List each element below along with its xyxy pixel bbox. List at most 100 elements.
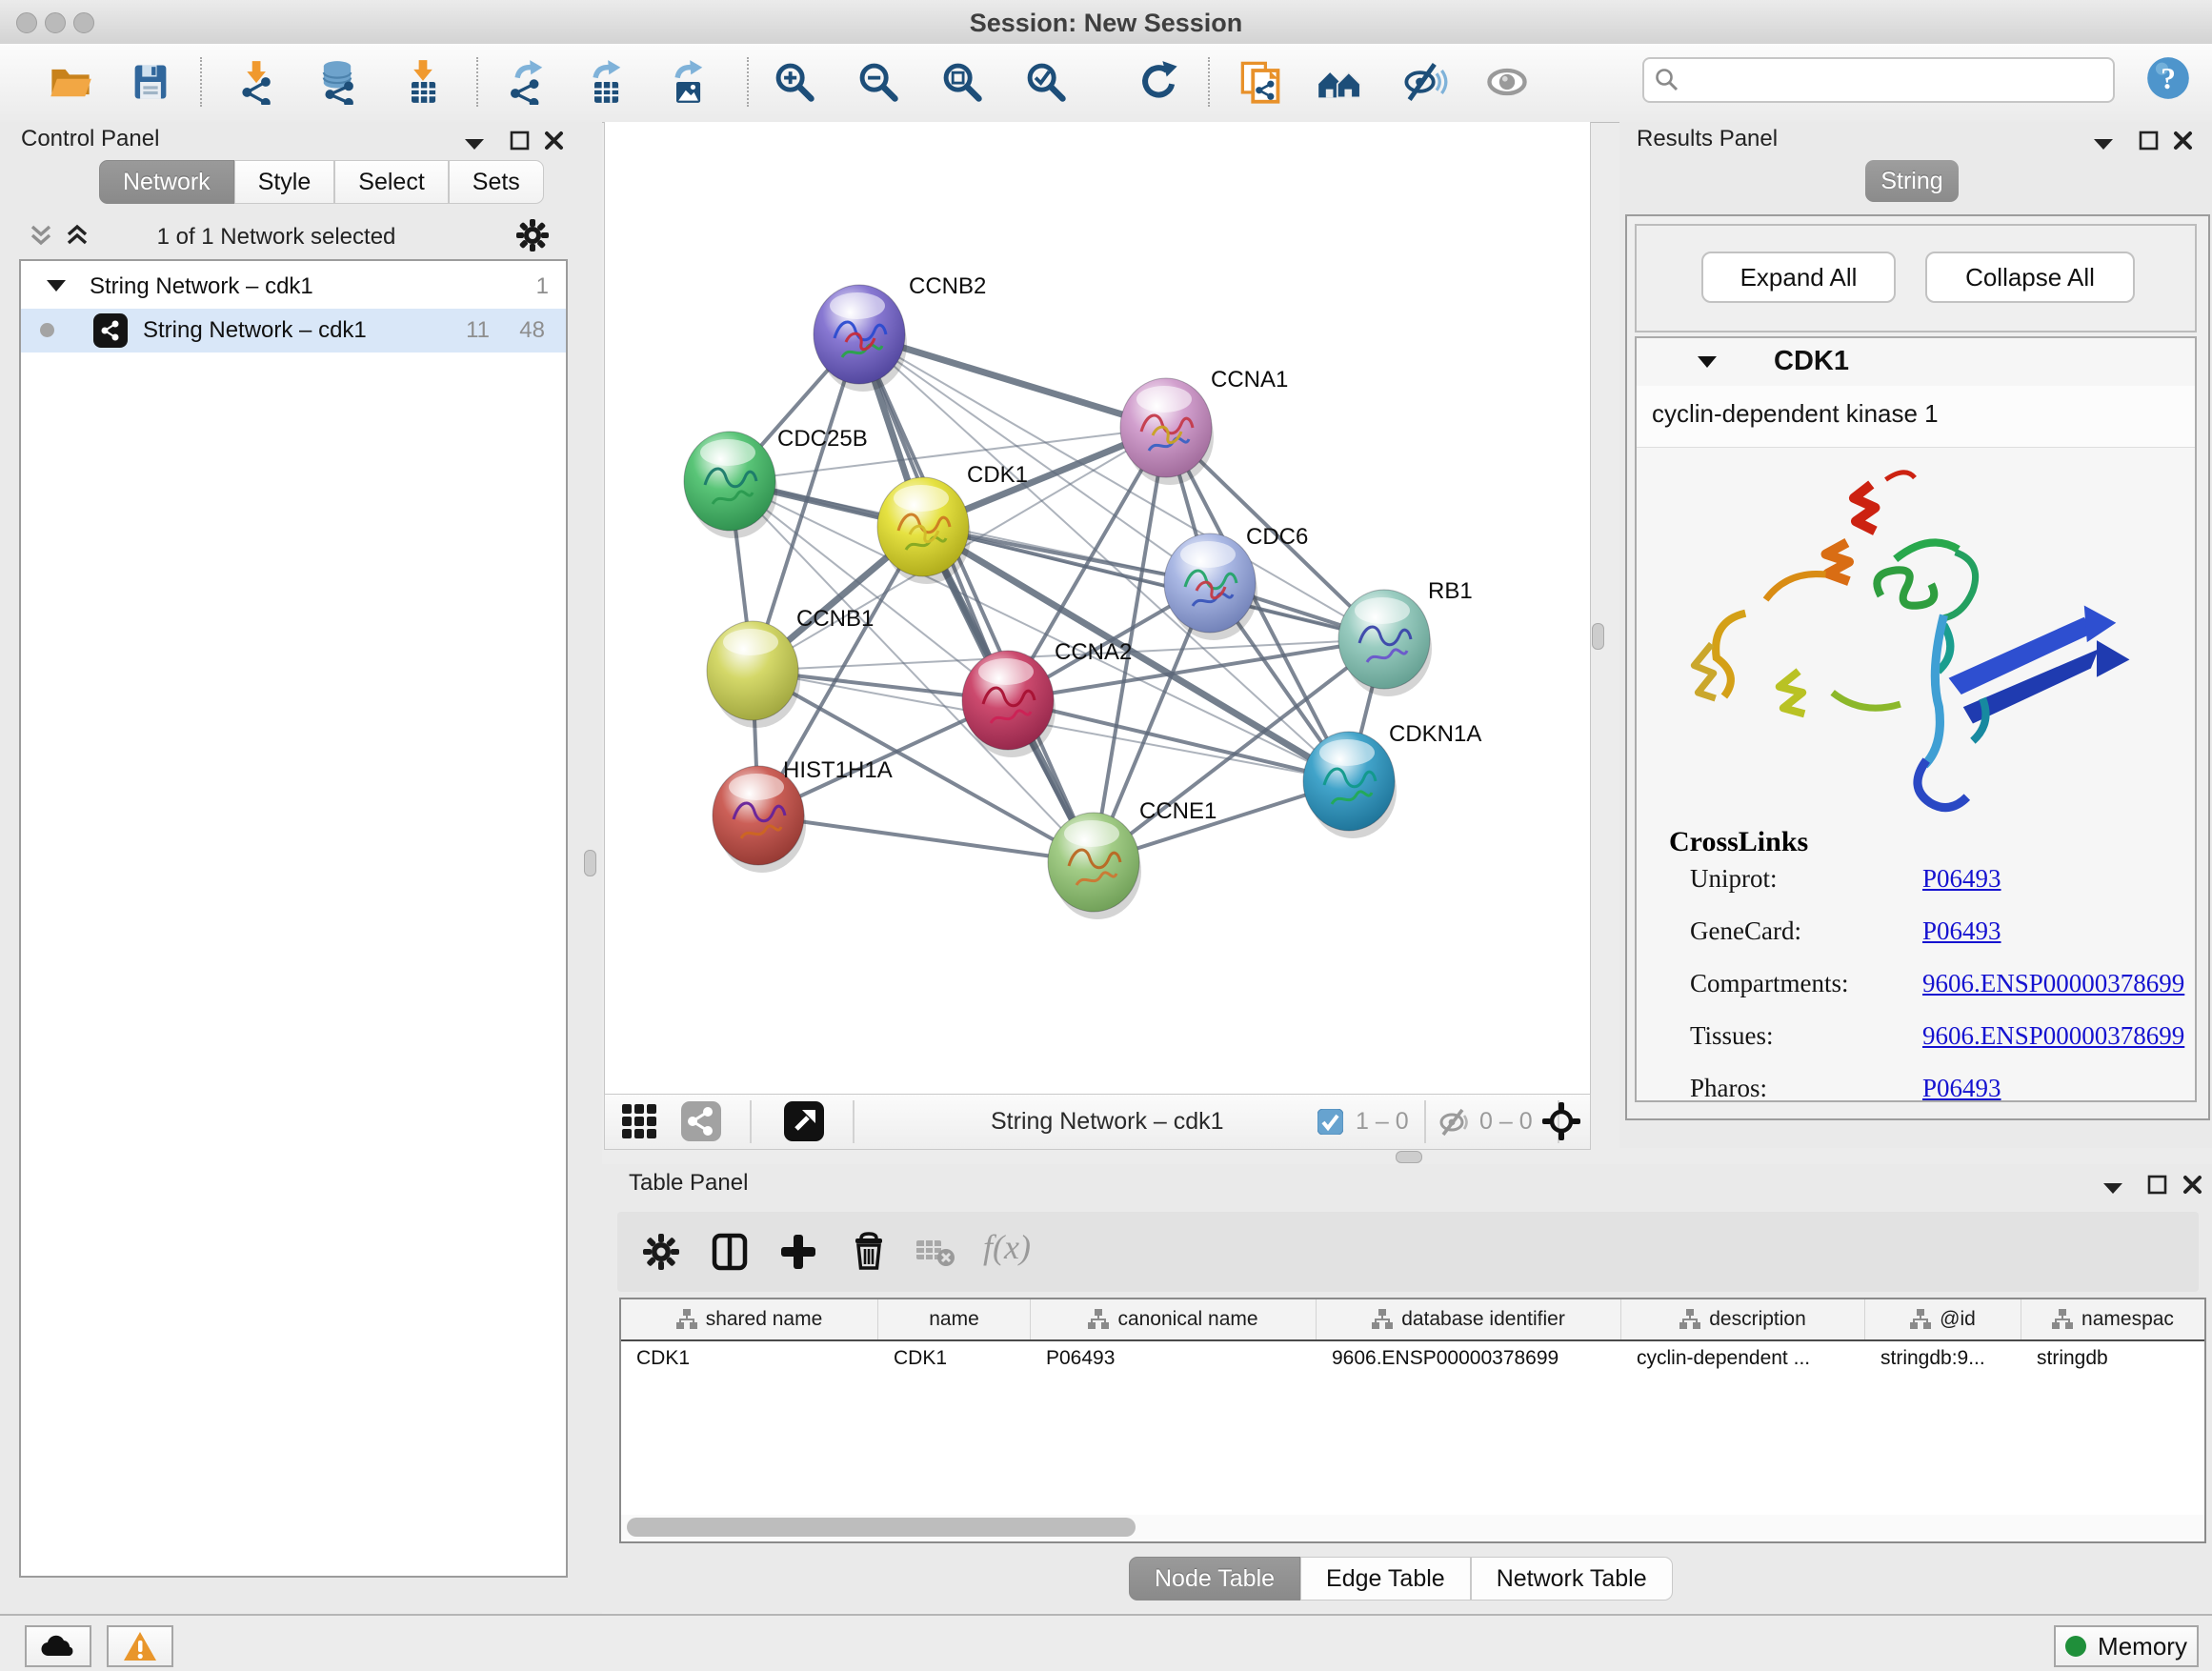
tab-node-table[interactable]: Node Table — [1129, 1557, 1300, 1601]
network-node-ccna1[interactable] — [1120, 378, 1214, 485]
cell-namespace[interactable]: stringdb — [2021, 1339, 2204, 1379]
column-header-name[interactable]: name — [878, 1299, 1031, 1339]
panel-menu-icon[interactable] — [2101, 1179, 2124, 1197]
share-document-button[interactable] — [1238, 59, 1284, 105]
crosslink-label: Uniprot: — [1690, 864, 1778, 894]
zoom-fit-button[interactable] — [939, 59, 985, 105]
panel-menu-icon[interactable] — [2092, 135, 2115, 152]
search-input[interactable] — [1686, 63, 2100, 95]
pan-crosshair-icon[interactable] — [1540, 1100, 1582, 1142]
tab-string[interactable]: String — [1865, 160, 1959, 202]
add-column-icon[interactable] — [777, 1231, 819, 1273]
show-eye-icon[interactable] — [1484, 59, 1530, 105]
import-table-button[interactable] — [400, 59, 446, 105]
tab-select[interactable]: Select — [334, 160, 448, 204]
network-view[interactable]: CCNB2CCNA1CDC25BCDK1CDC6RB1CCNB1CCNA2CDK… — [604, 122, 1591, 1094]
network-row[interactable]: String Network – cdk1 11 48 — [21, 309, 566, 352]
cell-shared-name[interactable]: CDK1 — [621, 1339, 878, 1379]
tab-edge-table[interactable]: Edge Table — [1300, 1557, 1471, 1601]
crosslink-link[interactable]: P06493 — [1922, 1074, 2001, 1103]
table-settings-gear-icon[interactable] — [640, 1231, 682, 1273]
export-image-button[interactable] — [665, 59, 711, 105]
save-session-button[interactable] — [128, 59, 173, 105]
horizontal-scrollbar[interactable] — [621, 1515, 2204, 1540]
gene-collapse-icon[interactable] — [1696, 353, 1719, 371]
tab-style[interactable]: Style — [234, 160, 335, 204]
warnings-button[interactable] — [107, 1625, 173, 1667]
network-node-ccnb2[interactable] — [814, 285, 907, 392]
open-session-button[interactable] — [48, 59, 93, 105]
birdseye-view-icon[interactable] — [784, 1101, 824, 1141]
tab-network[interactable]: Network — [99, 160, 234, 204]
collapse-all-button[interactable]: Collapse All — [1925, 252, 2135, 303]
function-builder-icon[interactable]: f(x) — [983, 1227, 1031, 1267]
grid-view-icon[interactable] — [620, 1102, 660, 1142]
collection-count: 1 — [536, 273, 549, 300]
network-node-cdc25b[interactable] — [684, 432, 777, 538]
tab-sets[interactable]: Sets — [449, 160, 544, 204]
help-button[interactable]: ? — [2145, 55, 2191, 101]
network-node-cdkn1a[interactable] — [1303, 732, 1397, 838]
column-header-database-identifier[interactable]: database identifier — [1317, 1299, 1621, 1339]
expand-all-chevron-icon[interactable] — [63, 221, 91, 250]
cell-description[interactable]: cyclin-dependent ... — [1621, 1339, 1865, 1379]
float-panel-icon[interactable] — [509, 130, 532, 152]
column-header-shared-name[interactable]: shared name — [621, 1299, 878, 1339]
right-splitter-handle[interactable] — [1592, 623, 1604, 650]
network-node-ccne1[interactable] — [1048, 813, 1141, 919]
network-node-rb1[interactable] — [1338, 590, 1432, 696]
home-networks-icon[interactable] — [1317, 59, 1362, 105]
close-panel-icon[interactable] — [2172, 130, 2195, 152]
collapse-all-chevron-icon[interactable] — [27, 221, 55, 250]
refresh-button[interactable] — [1136, 59, 1181, 105]
export-table-button[interactable] — [583, 59, 629, 105]
crosslink-link[interactable]: 9606.ENSP00000378699 — [1922, 969, 2184, 998]
selected-nodes-checkbox-icon[interactable] — [1317, 1109, 1343, 1135]
network-node-ccna2[interactable] — [962, 651, 1056, 757]
hide-selected-eye-icon[interactable] — [1402, 59, 1448, 105]
delete-table-icon[interactable] — [915, 1231, 956, 1273]
panel-menu-icon[interactable] — [463, 135, 486, 152]
collection-expand-icon[interactable] — [46, 278, 67, 293]
float-panel-icon[interactable] — [2138, 130, 2161, 152]
scrollbar-thumb[interactable] — [627, 1518, 1136, 1537]
zoom-selected-button[interactable] — [1023, 59, 1069, 105]
cell-name[interactable]: CDK1 — [878, 1339, 1031, 1379]
gene-header[interactable]: CDK1 — [1637, 338, 2195, 387]
cell-database-identifier[interactable]: 9606.ENSP00000378699 — [1317, 1339, 1621, 1379]
zoom-in-button[interactable] — [772, 59, 817, 105]
hidden-eye-slash-icon[interactable] — [1438, 1107, 1470, 1137]
column-header-namespace[interactable]: namespac — [2021, 1299, 2204, 1339]
left-splitter-handle[interactable] — [584, 850, 596, 876]
import-database-button[interactable] — [314, 59, 360, 105]
cell-id[interactable]: stringdb:9... — [1865, 1339, 2021, 1379]
close-panel-icon[interactable] — [543, 130, 566, 152]
bottom-splitter-handle[interactable] — [1396, 1151, 1422, 1163]
network-options-gear-icon[interactable] — [514, 217, 551, 253]
delete-column-icon[interactable] — [848, 1231, 890, 1273]
float-panel-icon[interactable] — [2146, 1174, 2169, 1197]
column-header-id[interactable]: @id — [1865, 1299, 2021, 1339]
cloud-button[interactable] — [25, 1625, 91, 1667]
table-row[interactable]: CDK1 CDK1 P06493 9606.ENSP00000378699 cy… — [621, 1339, 2204, 1379]
cell-canonical-name[interactable]: P06493 — [1031, 1339, 1317, 1379]
network-collection-row[interactable]: String Network – cdk1 1 — [21, 265, 566, 309]
export-network-button[interactable] — [505, 59, 551, 105]
crosslink-link[interactable]: 9606.ENSP00000378699 — [1922, 1021, 2184, 1051]
column-header-description[interactable]: description — [1621, 1299, 1865, 1339]
crosslink-row: Uniprot: P06493 — [1637, 864, 2195, 908]
crosslink-link[interactable]: P06493 — [1922, 916, 2001, 946]
show-columns-icon[interactable] — [709, 1231, 751, 1273]
column-header-canonical-name[interactable]: canonical name — [1031, 1299, 1317, 1339]
import-network-button[interactable] — [232, 59, 278, 105]
network-canvas[interactable]: CCNB2CCNA1CDC25BCDK1CDC6RB1CCNB1CCNA2CDK… — [605, 122, 1588, 1092]
network-node-cdk1[interactable] — [877, 477, 971, 584]
memory-button[interactable]: Memory — [2054, 1625, 2199, 1667]
crosslink-link[interactable]: P06493 — [1922, 864, 2001, 894]
network-node-ccnb1[interactable] — [707, 621, 800, 728]
tab-network-table[interactable]: Network Table — [1471, 1557, 1673, 1601]
expand-all-button[interactable]: Expand All — [1701, 252, 1896, 303]
close-panel-icon[interactable] — [2182, 1174, 2204, 1197]
share-view-icon[interactable] — [681, 1101, 721, 1141]
zoom-out-button[interactable] — [855, 59, 901, 105]
